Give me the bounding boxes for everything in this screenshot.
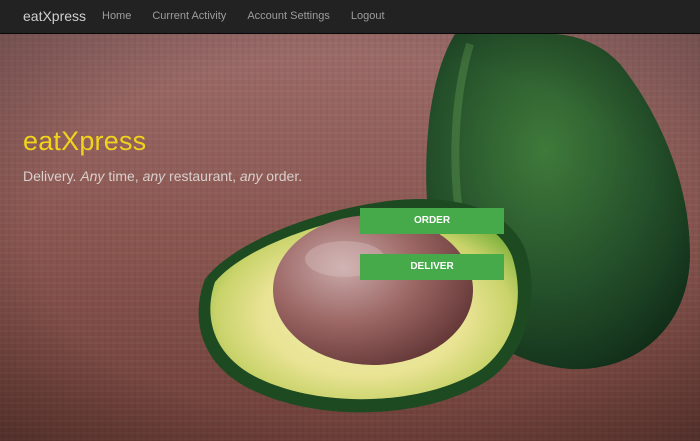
- nav-link-home[interactable]: Home: [102, 10, 131, 22]
- nav-links: Home Current Activity Account Settings L…: [102, 10, 406, 22]
- nav-link-account-settings[interactable]: Account Settings: [247, 10, 330, 22]
- navbar-brand[interactable]: eatXpress: [23, 8, 86, 24]
- tagline-part: Delivery.: [23, 168, 81, 184]
- nav-link-logout[interactable]: Logout: [351, 10, 385, 22]
- order-button[interactable]: ORDER: [360, 208, 504, 234]
- tagline-part: restaurant,: [165, 168, 240, 184]
- hero-background-image: [0, 34, 700, 441]
- hero-tagline: Delivery. Any time, any restaurant, any …: [23, 168, 302, 184]
- hero-title: eatXpress: [23, 126, 147, 156]
- tagline-emphasis: any: [142, 168, 166, 184]
- nav-link-current-activity[interactable]: Current Activity: [152, 10, 226, 22]
- page: eatXpress Home Current Activity Account …: [0, 0, 700, 441]
- navbar: eatXpress Home Current Activity Account …: [0, 0, 700, 34]
- tagline-emphasis: any: [239, 168, 263, 184]
- deliver-button[interactable]: DELIVER: [360, 254, 504, 280]
- tagline-part: time,: [104, 168, 143, 184]
- tagline-part: order.: [262, 168, 303, 184]
- tagline-emphasis: Any: [80, 168, 105, 184]
